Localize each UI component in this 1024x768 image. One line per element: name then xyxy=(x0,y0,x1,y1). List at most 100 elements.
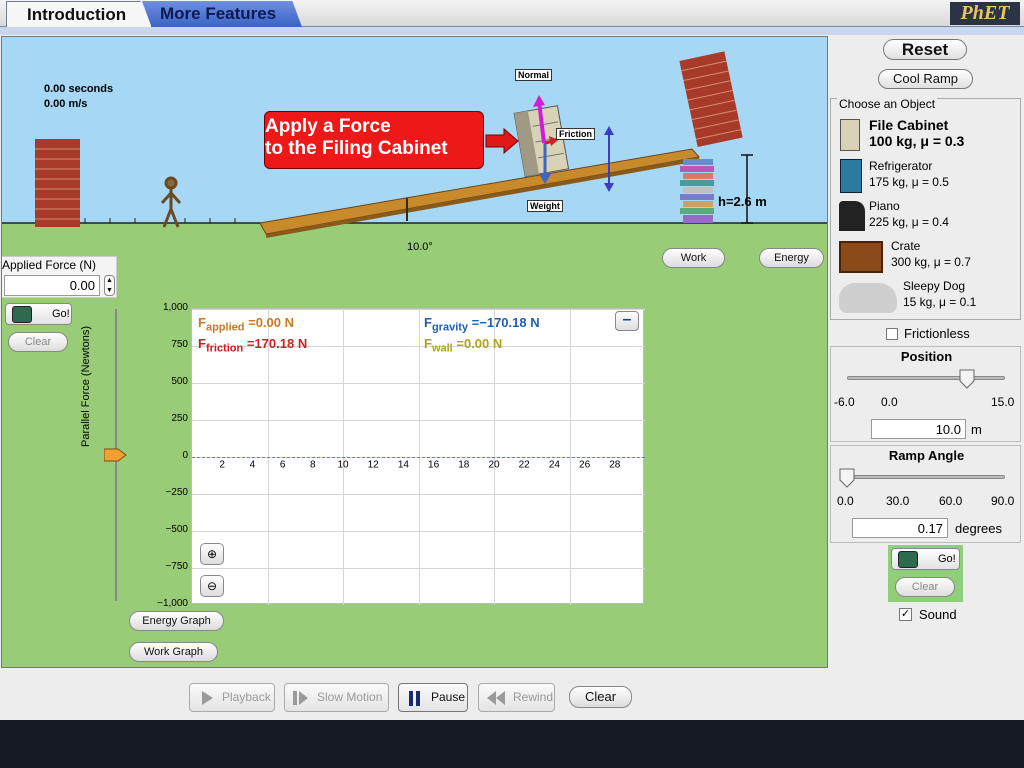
legend-wall-value: 0.00 N xyxy=(463,336,503,351)
rewind-icon xyxy=(487,691,496,705)
frictionless-checkbox[interactable] xyxy=(886,328,898,340)
sound-label: Sound xyxy=(919,607,957,622)
ramp-angle-slider-handle[interactable] xyxy=(839,468,855,488)
clear-button[interactable]: Clear xyxy=(569,686,632,708)
pause-label: Pause xyxy=(431,690,466,704)
playback-label: Playback xyxy=(222,690,271,704)
callout-line-2: to the Filing Cabinet xyxy=(265,138,448,159)
graph-x-tick-label: 4 xyxy=(250,460,256,471)
graph-x-tick-label: 12 xyxy=(368,460,380,471)
zoom-in-button[interactable]: ⊕ xyxy=(200,543,224,565)
sound-checkbox[interactable]: ✓ xyxy=(899,608,912,621)
callout-line-1: Apply a Force xyxy=(265,116,391,137)
applied-go-label: Go! xyxy=(52,308,70,320)
graph-y-tick-label: −500 xyxy=(165,524,188,535)
left-brick-wall xyxy=(35,139,80,227)
graph-y-tick-label: 500 xyxy=(171,376,188,387)
ramp-angle-panel: Ramp Angle 0.0 30.0 60.0 90.0 0.17 degre… xyxy=(830,445,1021,543)
graph-minimize-button[interactable]: – xyxy=(615,311,639,331)
object-name: Piano xyxy=(869,199,900,213)
object-sleepy-dog[interactable]: Sleepy Dog 15 kg, μ = 0.1 xyxy=(837,279,1021,321)
applied-force-input[interactable]: 0.00 xyxy=(4,275,100,296)
angle-clear-button[interactable]: Clear xyxy=(895,577,955,597)
height-marker xyxy=(741,154,753,224)
legend-friction: Ffriction =170.18 N xyxy=(198,336,308,355)
graph-y-tick-label: 750 xyxy=(171,339,188,350)
ramp-angle-tick: 30.0 xyxy=(886,494,910,508)
slow-motion-button[interactable]: Slow Motion xyxy=(284,683,389,712)
position-slider-handle[interactable] xyxy=(959,369,975,389)
reset-button[interactable]: Reset xyxy=(883,39,967,60)
frictionless-label: Frictionless xyxy=(904,326,970,341)
zoom-in-icon: ⊕ xyxy=(206,547,218,561)
object-spec: 100 kg, μ = 0.3 xyxy=(869,133,965,149)
zoom-out-icon: ⊖ xyxy=(206,579,218,593)
object-name: File Cabinet xyxy=(869,117,949,133)
graph-x-tick-label: 26 xyxy=(579,460,591,471)
callout-box[interactable]: Apply a Force to the Filing Cabinet xyxy=(264,111,484,169)
graph-x-tick-label: 22 xyxy=(519,460,531,471)
object-crate[interactable]: Crate 300 kg, μ = 0.7 xyxy=(837,239,1021,281)
graph-x-tick-label: 20 xyxy=(488,460,500,471)
angle-go-label: Go! xyxy=(938,553,956,565)
slow-motion-label: Slow Motion xyxy=(317,690,383,704)
cool-ramp-button[interactable]: Cool Ramp xyxy=(878,69,973,89)
graph-x-tick-label: 24 xyxy=(549,460,561,471)
object-file-cabinet[interactable]: File Cabinet 100 kg, μ = 0.3 xyxy=(837,117,1021,159)
ramp-angle-slider-track[interactable] xyxy=(847,475,1005,479)
applied-go-button[interactable]: Go! xyxy=(5,303,72,325)
graph-y-ticks: 1,000 750 500 250 0 −250 −500 −750 −1,000 xyxy=(142,302,188,609)
graph-x-tick-label: 28 xyxy=(609,460,621,471)
object-spec: 175 kg, μ = 0.5 xyxy=(869,175,949,189)
pause-button[interactable]: Pause xyxy=(398,683,468,712)
tab-strip xyxy=(0,27,1024,35)
graph-y-tick-label: 250 xyxy=(171,413,188,424)
graph-y-tick-label: −750 xyxy=(165,561,188,572)
control-panel: Reset Cool Ramp Choose an Object File Ca… xyxy=(830,36,1024,668)
go-icon xyxy=(898,551,918,568)
position-panel: Position -6.0 0.0 15.0 10.0 m xyxy=(830,346,1021,442)
ramp-angle-tick: 60.0 xyxy=(939,494,963,508)
work-graph-button[interactable]: Work Graph xyxy=(129,642,218,662)
rewind-button[interactable]: Rewind xyxy=(478,683,555,712)
time-readout: 0.00 seconds xyxy=(44,83,114,95)
energy-graph-button[interactable]: Energy Graph xyxy=(129,611,224,631)
object-piano[interactable]: Piano 225 kg, μ = 0.4 xyxy=(837,199,1021,241)
rewind-label: Rewind xyxy=(513,690,554,704)
tab-more-features[interactable]: More Features xyxy=(142,1,302,27)
object-spec: 225 kg, μ = 0.4 xyxy=(869,215,949,229)
slow-motion-icon xyxy=(293,691,297,705)
position-tick: 15.0 xyxy=(991,395,1015,409)
applied-clear-button[interactable]: Clear xyxy=(8,332,68,352)
angle-go-button[interactable]: Go! xyxy=(891,548,960,570)
dog-icon xyxy=(839,283,897,313)
position-tick: -6.0 xyxy=(834,395,855,409)
app-window: Introduction More Features PhET 0.00 sec… xyxy=(0,0,1024,720)
tab-introduction[interactable]: Introduction xyxy=(6,1,152,27)
position-unit: m xyxy=(971,422,982,437)
playback-button[interactable]: Playback xyxy=(189,683,275,712)
object-name: Refrigerator xyxy=(869,159,933,173)
position-slider-track[interactable] xyxy=(847,376,1005,380)
friction-label: Friction xyxy=(556,128,595,140)
crate-icon xyxy=(839,241,883,273)
graph-x-tick-label: 6 xyxy=(280,460,286,471)
applied-force-spinner[interactable]: ▲ ▼ xyxy=(104,275,115,296)
energy-button[interactable]: Energy xyxy=(759,248,824,268)
legend-friction-value: 170.18 N xyxy=(254,336,308,351)
zoom-out-button[interactable]: ⊖ xyxy=(200,575,224,597)
ramp-angle-input[interactable]: 0.17 xyxy=(852,518,948,538)
weight-label: Weight xyxy=(527,200,563,212)
object-spec: 300 kg, μ = 0.7 xyxy=(891,255,971,269)
position-input[interactable]: 10.0 xyxy=(871,419,966,439)
right-brick-wall xyxy=(679,51,743,148)
graph-x-tick-label: 2 xyxy=(219,460,225,471)
object-refrigerator[interactable]: Refrigerator 175 kg, μ = 0.5 xyxy=(837,159,1021,201)
applied-force-slider-handle[interactable] xyxy=(103,447,128,463)
book-stack xyxy=(680,159,714,223)
position-tick: 0.0 xyxy=(881,395,898,409)
work-button[interactable]: Work xyxy=(662,248,725,268)
legend-gravity: Fgravity =−170.18 N xyxy=(424,315,540,334)
rotation-handle xyxy=(604,126,614,192)
pause-icon xyxy=(409,691,413,706)
